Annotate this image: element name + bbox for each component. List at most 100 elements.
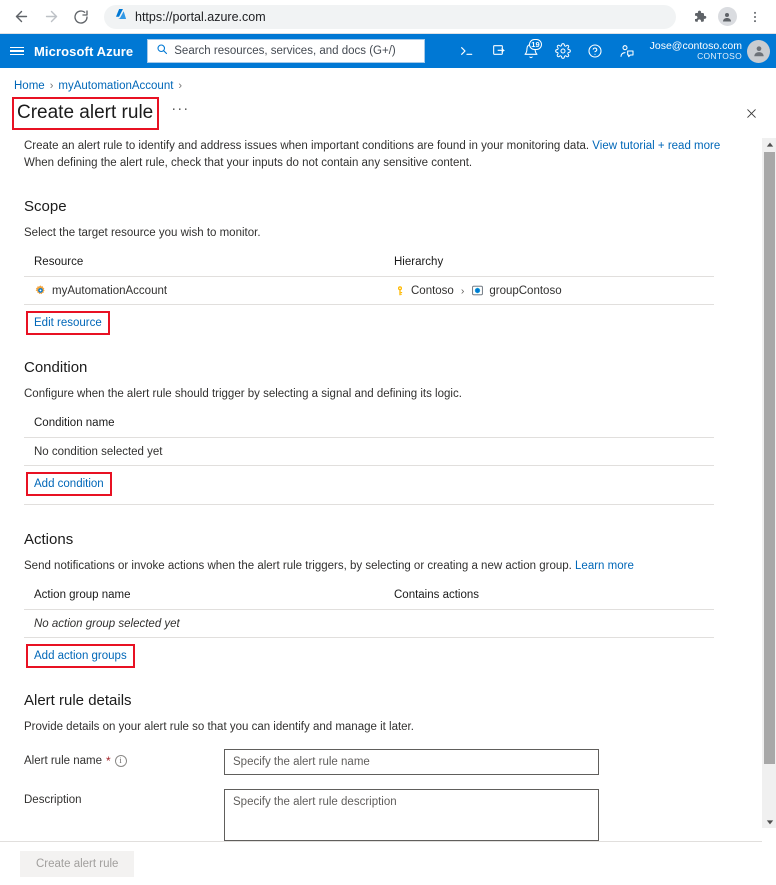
url-bar[interactable]: https://portal.azure.com xyxy=(104,4,676,29)
actions-col-contains: Contains actions xyxy=(394,589,480,601)
add-condition-link[interactable]: Add condition xyxy=(26,472,112,496)
actions-empty-text: No action group selected yet xyxy=(34,617,180,630)
profile-avatar-icon[interactable] xyxy=(714,4,740,30)
scope-col-hierarchy: Hierarchy xyxy=(394,256,444,268)
directories-subscriptions-icon[interactable] xyxy=(484,36,514,66)
scope-hierarchy-tenant: Contoso xyxy=(411,284,454,297)
info-icon[interactable]: i xyxy=(114,755,127,767)
portal-page: Home › myAutomationAccount › Create aler… xyxy=(0,68,776,885)
add-action-groups-link[interactable]: Add action groups xyxy=(26,644,135,668)
search-icon xyxy=(156,42,168,60)
view-tutorial-link[interactable]: View tutorial + read more xyxy=(592,140,720,152)
table-row[interactable]: myAutomationAccount Contoso › groupConto… xyxy=(24,277,714,305)
blade-title-row: Create alert rule ··· xyxy=(0,96,776,130)
breadcrumb-separator: › xyxy=(49,80,54,92)
back-arrow-icon[interactable] xyxy=(8,4,34,30)
condition-heading: Condition xyxy=(24,359,88,376)
more-options-ellipsis-icon[interactable]: ··· xyxy=(171,101,189,122)
condition-table-header: Condition name xyxy=(24,414,714,438)
actions-heading: Actions xyxy=(24,531,74,548)
condition-section: Condition Configure when the alert rule … xyxy=(24,359,736,505)
scroll-down-arrow-icon[interactable] xyxy=(763,815,776,828)
azure-favicon xyxy=(114,7,128,26)
blade-footer: Create alert rule xyxy=(0,841,762,885)
blade-intro-text-1: Create an alert rule to identify and add… xyxy=(24,140,593,152)
alert-rule-name-label-group: Alert rule name * i xyxy=(24,749,224,768)
help-question-icon[interactable] xyxy=(580,36,610,66)
extensions-puzzle-icon[interactable] xyxy=(686,4,712,30)
table-row: No condition selected yet xyxy=(24,438,714,466)
actions-table: Action group name Contains actions No ac… xyxy=(24,586,714,668)
actions-description-text: Send notifications or invoke actions whe… xyxy=(24,560,576,572)
azure-brand-label[interactable]: Microsoft Azure xyxy=(34,44,133,59)
header-icon-group: 19 Jose@contoso.com CONTOSO xyxy=(452,36,770,66)
actions-col-group-name: Action group name xyxy=(34,589,131,601)
description-row: Description xyxy=(24,789,736,841)
global-search-box[interactable]: Search resources, services, and docs (G+… xyxy=(147,39,426,63)
notification-count-badge: 19 xyxy=(529,39,542,50)
description-label-group: Description xyxy=(24,789,224,806)
kebab-menu-icon[interactable] xyxy=(742,4,768,30)
tenant-key-icon xyxy=(394,285,406,297)
hamburger-menu-icon[interactable] xyxy=(0,34,34,68)
close-icon[interactable] xyxy=(740,102,762,124)
account-text: Jose@contoso.com CONTOSO xyxy=(650,40,742,62)
scope-table-header: Resource Hierarchy xyxy=(24,253,714,277)
alert-rule-name-label: Alert rule name xyxy=(24,755,102,767)
blade-intro-line-1: Create an alert rule to identify and add… xyxy=(24,138,736,155)
condition-bottom-rule xyxy=(24,504,714,505)
scope-description: Select the target resource you wish to m… xyxy=(24,227,261,239)
actions-description: Send notifications or invoke actions whe… xyxy=(24,558,736,574)
blade-intro-line-2: When defining the alert rule, check that… xyxy=(24,157,473,169)
account-organization: CONTOSO xyxy=(697,51,742,62)
page-title: Create alert rule xyxy=(11,96,160,130)
breadcrumb-separator-trailing: › xyxy=(178,80,183,92)
table-row: No action group selected yet xyxy=(24,610,714,638)
global-search-placeholder: Search resources, services, and docs (G+… xyxy=(174,45,396,57)
settings-gear-icon[interactable] xyxy=(548,36,578,66)
condition-table: Condition name No condition selected yet… xyxy=(24,414,714,505)
chrome-right-icons xyxy=(684,4,768,30)
breadcrumb: Home › myAutomationAccount › xyxy=(0,68,776,94)
resource-group-icon xyxy=(471,284,484,297)
breadcrumb-item-myautomationaccount[interactable]: myAutomationAccount xyxy=(58,80,173,92)
azure-top-navbar: Microsoft Azure Search resources, servic… xyxy=(0,34,776,68)
account-block[interactable]: Jose@contoso.com CONTOSO xyxy=(650,39,770,63)
alert-rule-name-row: Alert rule name * i xyxy=(24,749,736,775)
required-asterisk: * xyxy=(105,754,111,768)
scrollbar-thumb[interactable] xyxy=(764,152,775,764)
content-scrollbar[interactable] xyxy=(762,138,776,828)
description-textarea[interactable] xyxy=(224,789,599,841)
scope-col-resource: Resource xyxy=(34,256,84,268)
edit-resource-link[interactable]: Edit resource xyxy=(26,311,110,335)
alert-rule-name-input[interactable] xyxy=(224,749,599,775)
blade-content: Create an alert rule to identify and add… xyxy=(0,138,776,873)
condition-col-name: Condition name xyxy=(34,417,115,429)
forward-arrow-icon[interactable] xyxy=(38,4,64,30)
breadcrumb-item-home[interactable]: Home xyxy=(14,80,45,92)
feedback-icon[interactable] xyxy=(612,36,642,66)
actions-section: Actions Send notifications or invoke act… xyxy=(24,531,736,668)
scope-section: Scope Select the target resource you wis… xyxy=(24,198,736,335)
create-alert-rule-button[interactable]: Create alert rule xyxy=(20,850,135,877)
cloud-shell-icon[interactable] xyxy=(452,36,482,66)
hierarchy-separator: › xyxy=(460,284,465,297)
condition-description: Configure when the alert rule should tri… xyxy=(24,388,462,400)
avatar xyxy=(717,7,737,26)
scope-hierarchy-cell: Contoso › groupContoso xyxy=(394,284,714,297)
scroll-up-arrow-icon[interactable] xyxy=(763,138,776,151)
notifications-bell-icon[interactable]: 19 xyxy=(516,36,546,66)
details-description: Provide details on your alert rule so th… xyxy=(24,721,414,733)
learn-more-link[interactable]: Learn more xyxy=(575,560,634,572)
condition-empty-text: No condition selected yet xyxy=(34,445,163,458)
scope-resource-cell: myAutomationAccount xyxy=(34,284,394,297)
scope-table: Resource Hierarchy myAutomationAccount C… xyxy=(24,253,714,335)
browser-toolbar: https://portal.azure.com xyxy=(0,0,776,34)
account-avatar-icon[interactable] xyxy=(747,39,770,63)
description-label: Description xyxy=(24,794,82,806)
scope-heading: Scope xyxy=(24,198,67,215)
scope-resource-name: myAutomationAccount xyxy=(52,284,168,297)
reload-icon[interactable] xyxy=(68,4,94,30)
automation-account-icon xyxy=(34,284,47,297)
actions-table-header: Action group name Contains actions xyxy=(24,586,714,610)
